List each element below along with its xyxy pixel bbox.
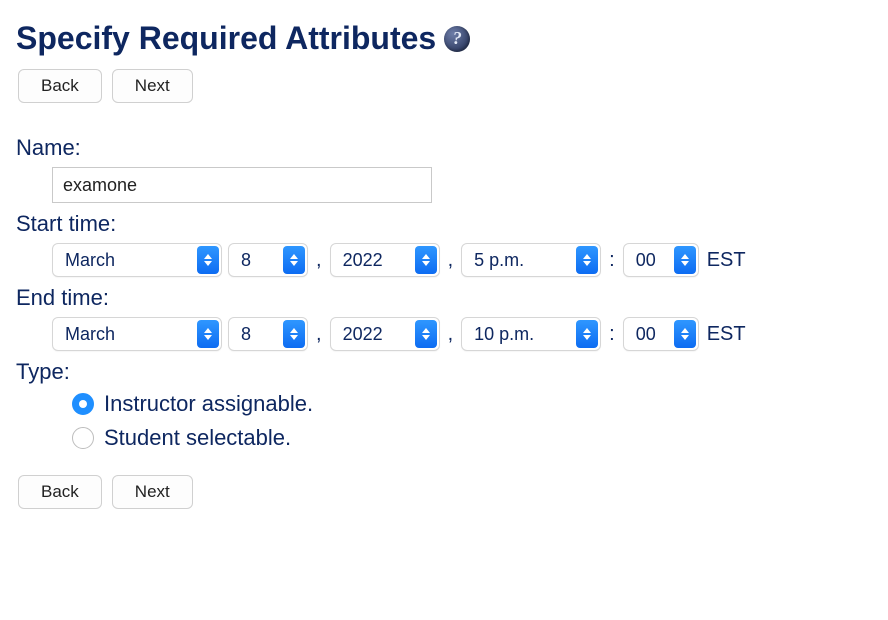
start-hour-select[interactable]: 5 p.m. xyxy=(461,243,601,277)
top-button-row: Back Next xyxy=(18,69,878,103)
type-field: Type: Instructor assignable. Student sel… xyxy=(16,359,878,451)
start-timezone: EST xyxy=(707,249,746,272)
end-time-field: End time: March 8 , 2022 , 10 p.m. : 00 … xyxy=(16,285,878,351)
end-hour-select[interactable]: 10 p.m. xyxy=(461,317,601,351)
end-month-value: March xyxy=(53,324,125,345)
name-input[interactable] xyxy=(52,167,432,203)
type-student-radio[interactable]: Student selectable. xyxy=(72,425,878,451)
updown-icon xyxy=(576,246,598,274)
separator-colon: : xyxy=(607,249,617,272)
end-time-row: March 8 , 2022 , 10 p.m. : 00 EST xyxy=(52,317,878,351)
end-year-select[interactable]: 2022 xyxy=(330,317,440,351)
end-month-select[interactable]: March xyxy=(52,317,222,351)
next-button[interactable]: Next xyxy=(112,69,193,103)
start-minute-select[interactable]: 00 xyxy=(623,243,699,277)
separator-comma: , xyxy=(446,249,456,272)
updown-icon xyxy=(415,320,437,348)
bottom-button-row: Back Next xyxy=(18,475,878,509)
page-title: Specify Required Attributes ? xyxy=(16,20,878,57)
end-day-value: 8 xyxy=(229,324,261,345)
start-time-field: Start time: March 8 , 2022 , 5 p.m. : 00… xyxy=(16,211,878,277)
start-year-select[interactable]: 2022 xyxy=(330,243,440,277)
updown-icon xyxy=(415,246,437,274)
start-month-value: March xyxy=(53,250,125,271)
separator-comma: , xyxy=(314,323,324,346)
start-month-select[interactable]: March xyxy=(52,243,222,277)
separator-comma: , xyxy=(446,323,456,346)
end-hour-value: 10 p.m. xyxy=(462,324,544,345)
name-field: Name: xyxy=(16,135,878,203)
updown-icon xyxy=(283,320,305,348)
updown-icon xyxy=(674,320,696,348)
start-year-value: 2022 xyxy=(331,250,393,271)
end-minute-select[interactable]: 00 xyxy=(623,317,699,351)
start-day-value: 8 xyxy=(229,250,261,271)
start-time-row: March 8 , 2022 , 5 p.m. : 00 EST xyxy=(52,243,878,277)
start-day-select[interactable]: 8 xyxy=(228,243,308,277)
end-minute-value: 00 xyxy=(624,324,666,345)
separator-colon: : xyxy=(607,323,617,346)
separator-comma: , xyxy=(314,249,324,272)
start-minute-value: 00 xyxy=(624,250,666,271)
end-time-label: End time: xyxy=(16,285,878,311)
end-year-value: 2022 xyxy=(331,324,393,345)
start-time-label: Start time: xyxy=(16,211,878,237)
type-radio-group: Instructor assignable. Student selectabl… xyxy=(72,391,878,451)
back-button-bottom[interactable]: Back xyxy=(18,475,102,509)
updown-icon xyxy=(576,320,598,348)
type-label: Type: xyxy=(16,359,878,385)
radio-indicator-unchecked-icon xyxy=(72,427,94,449)
page-title-text: Specify Required Attributes xyxy=(16,20,436,57)
type-instructor-radio[interactable]: Instructor assignable. xyxy=(72,391,878,417)
next-button-bottom[interactable]: Next xyxy=(112,475,193,509)
end-day-select[interactable]: 8 xyxy=(228,317,308,351)
end-timezone: EST xyxy=(707,323,746,346)
updown-icon xyxy=(283,246,305,274)
type-instructor-label: Instructor assignable. xyxy=(104,391,313,417)
start-hour-value: 5 p.m. xyxy=(462,250,534,271)
radio-indicator-checked-icon xyxy=(72,393,94,415)
type-student-label: Student selectable. xyxy=(104,425,291,451)
help-icon[interactable]: ? xyxy=(444,26,470,52)
updown-icon xyxy=(197,320,219,348)
updown-icon xyxy=(197,246,219,274)
back-button[interactable]: Back xyxy=(18,69,102,103)
updown-icon xyxy=(674,246,696,274)
name-label: Name: xyxy=(16,135,878,161)
